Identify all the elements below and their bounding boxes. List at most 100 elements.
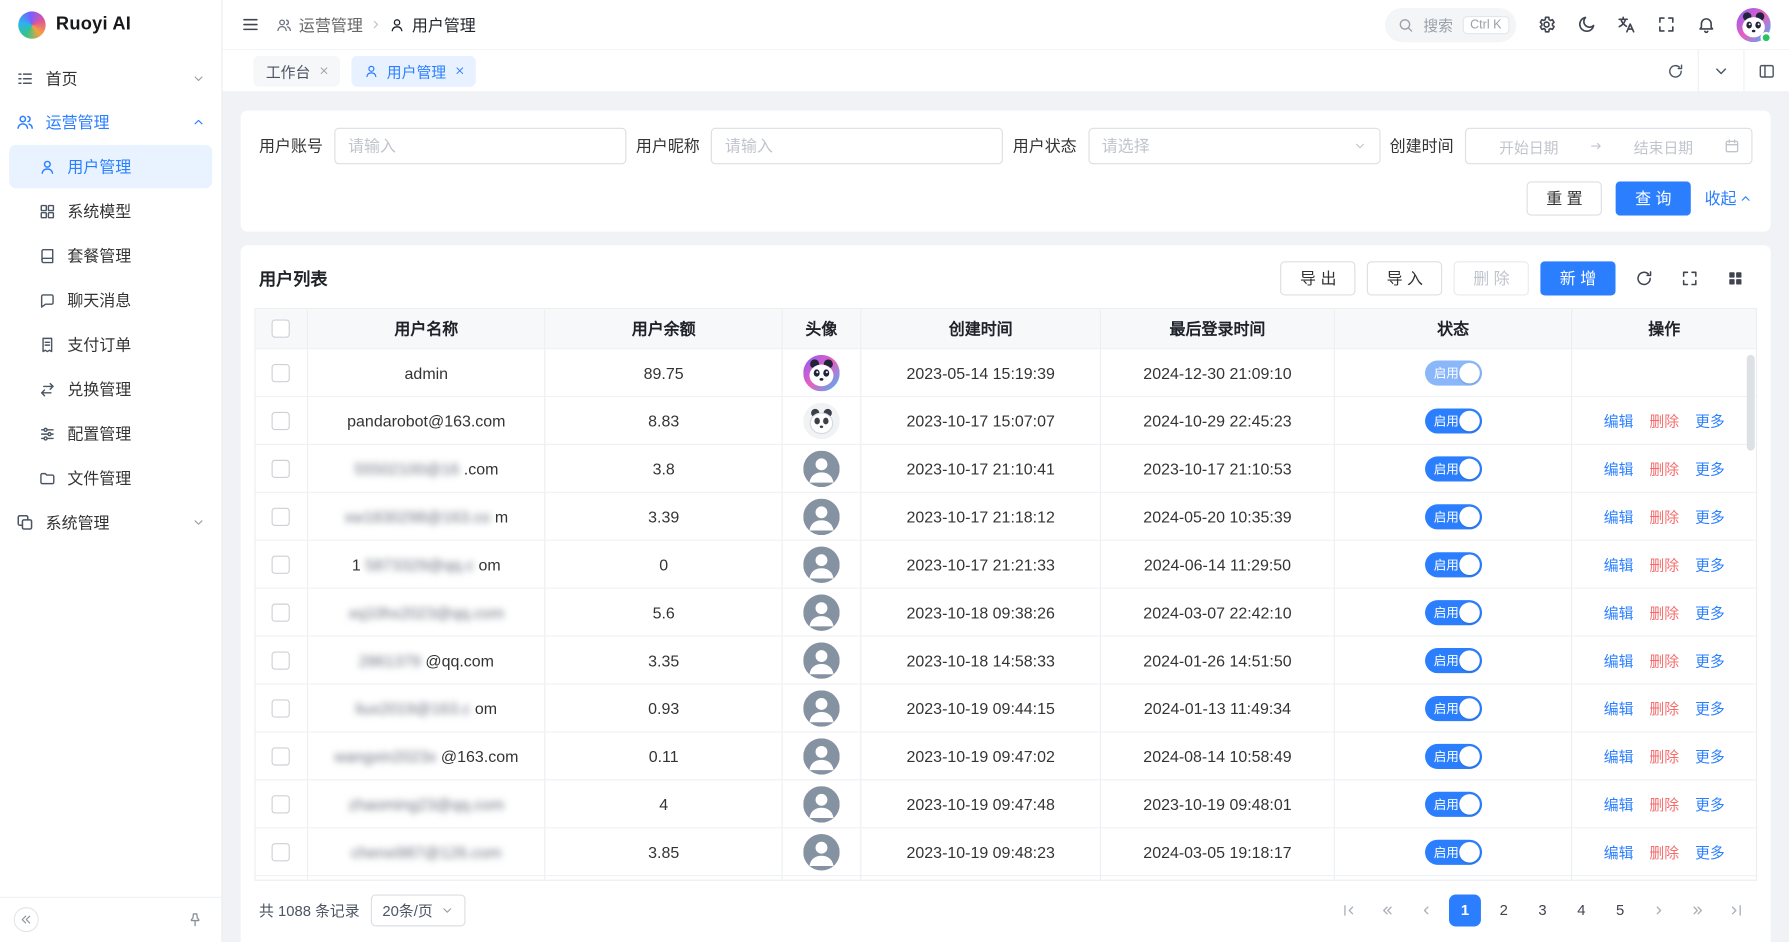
sidebar-item-config-management[interactable]: 配置管理 (9, 412, 212, 455)
nickname-input[interactable] (711, 128, 1003, 165)
tab-workbench[interactable]: 工作台 (253, 55, 340, 86)
sidebar-item-exchange-management[interactable]: 兑换管理 (9, 367, 212, 410)
more-link[interactable]: 更多 (1695, 553, 1725, 575)
row-checkbox[interactable] (272, 507, 290, 525)
status-toggle[interactable]: 启用 (1425, 504, 1482, 529)
delete-link[interactable]: 删除 (1649, 553, 1679, 575)
delete-link[interactable]: 删除 (1649, 505, 1679, 527)
more-link[interactable]: 更多 (1695, 745, 1725, 767)
last-page-button[interactable] (1721, 894, 1753, 926)
fullscreen-table-button[interactable] (1673, 261, 1707, 295)
delete-button[interactable]: 删 除 (1454, 261, 1529, 295)
breadcrumb-item[interactable]: 运营管理 (276, 13, 363, 36)
dark-mode-icon[interactable] (1577, 15, 1596, 34)
more-link[interactable]: 更多 (1695, 505, 1725, 527)
row-checkbox[interactable] (272, 699, 290, 717)
page-1-button[interactable]: 1 (1449, 894, 1481, 926)
sidebar-item-system-management[interactable]: 系统管理 (0, 501, 221, 544)
status-select[interactable]: 请选择 (1088, 128, 1380, 165)
delete-link[interactable]: 删除 (1649, 697, 1679, 719)
sidebar-item-package-management[interactable]: 套餐管理 (9, 234, 212, 277)
edit-link[interactable]: 编辑 (1604, 458, 1634, 480)
delete-link[interactable]: 删除 (1649, 793, 1679, 815)
language-icon[interactable] (1617, 15, 1636, 34)
status-toggle[interactable]: 启用 (1425, 695, 1482, 720)
sidebar-item-user-management[interactable]: 用户管理 (9, 145, 212, 188)
export-button[interactable]: 导 出 (1281, 261, 1356, 295)
edit-link[interactable]: 编辑 (1604, 793, 1634, 815)
content-layout-button[interactable] (1743, 50, 1789, 91)
row-checkbox[interactable] (272, 555, 290, 573)
page-4-button[interactable]: 4 (1565, 894, 1597, 926)
sidebar-item-system-model[interactable]: 系统模型 (9, 189, 212, 232)
page-5-button[interactable]: 5 (1604, 894, 1636, 926)
row-checkbox[interactable] (272, 795, 290, 813)
app-logo[interactable]: Ruoyi AI (0, 0, 221, 50)
row-checkbox[interactable] (272, 843, 290, 861)
delete-link[interactable]: 删除 (1649, 458, 1679, 480)
refresh-table-button[interactable] (1627, 261, 1661, 295)
status-toggle[interactable]: 启用 (1425, 456, 1482, 481)
status-toggle[interactable]: 启用 (1425, 408, 1482, 433)
close-icon[interactable] (454, 65, 465, 76)
more-link[interactable]: 更多 (1695, 649, 1725, 671)
edit-link[interactable]: 编辑 (1604, 841, 1634, 863)
edit-link[interactable]: 编辑 (1604, 505, 1634, 527)
collapse-sidebar-button[interactable] (14, 907, 39, 932)
status-toggle[interactable]: 启用 (1425, 552, 1482, 577)
tab-dropdown-button[interactable] (1698, 50, 1744, 91)
more-link[interactable]: 更多 (1695, 841, 1725, 863)
first-page-button[interactable] (1333, 894, 1365, 926)
edit-link[interactable]: 编辑 (1604, 553, 1634, 575)
sidebar-item-home[interactable]: 首页 (0, 57, 221, 100)
settings-icon[interactable] (1537, 15, 1556, 34)
more-link[interactable]: 更多 (1695, 458, 1725, 480)
status-toggle[interactable]: 启用 (1425, 600, 1482, 625)
status-toggle[interactable]: 启用 (1425, 360, 1482, 385)
user-avatar-button[interactable] (1737, 7, 1771, 41)
select-all-checkbox[interactable] (272, 319, 290, 337)
prev-group-button[interactable] (1371, 894, 1403, 926)
edit-link[interactable]: 编辑 (1604, 601, 1634, 623)
reset-button[interactable]: 重 置 (1527, 181, 1602, 215)
page-3-button[interactable]: 3 (1527, 894, 1559, 926)
search-button[interactable]: 查 询 (1616, 181, 1691, 215)
row-checkbox[interactable] (272, 747, 290, 765)
created-time-range[interactable]: 开始日期 结束日期 (1465, 128, 1753, 165)
status-toggle[interactable]: 启用 (1425, 743, 1482, 768)
more-link[interactable]: 更多 (1695, 793, 1725, 815)
more-link[interactable]: 更多 (1695, 601, 1725, 623)
row-checkbox[interactable] (272, 411, 290, 429)
prev-page-button[interactable] (1410, 894, 1442, 926)
edit-link[interactable]: 编辑 (1604, 410, 1634, 432)
pin-sidebar-button[interactable] (183, 907, 208, 932)
more-link[interactable]: 更多 (1695, 697, 1725, 719)
account-input[interactable] (334, 128, 626, 165)
row-checkbox[interactable] (272, 603, 290, 621)
edit-link[interactable]: 编辑 (1604, 649, 1634, 671)
page-size-select[interactable]: 20条/页 (371, 894, 466, 926)
sidebar-item-file-management[interactable]: 文件管理 (9, 456, 212, 499)
status-toggle[interactable]: 启用 (1425, 839, 1482, 864)
delete-link[interactable]: 删除 (1649, 841, 1679, 863)
status-toggle[interactable]: 启用 (1425, 791, 1482, 816)
breadcrumb-item[interactable]: 用户管理 (389, 13, 476, 36)
row-checkbox[interactable] (272, 459, 290, 477)
more-link[interactable]: 更多 (1695, 410, 1725, 432)
page-2-button[interactable]: 2 (1488, 894, 1520, 926)
next-group-button[interactable] (1682, 894, 1714, 926)
sidebar-item-chat-messages[interactable]: 聊天消息 (9, 278, 212, 321)
tab-user-management[interactable]: 用户管理 (351, 55, 475, 86)
row-checkbox[interactable] (272, 651, 290, 669)
import-button[interactable]: 导 入 (1367, 261, 1442, 295)
global-search[interactable]: 搜索 Ctrl K (1386, 7, 1517, 41)
delete-link[interactable]: 删除 (1649, 745, 1679, 767)
close-icon[interactable] (318, 65, 329, 76)
table-scrollbar[interactable] (1747, 351, 1755, 877)
collapse-filter-link[interactable]: 收起 (1705, 187, 1753, 210)
edit-link[interactable]: 编辑 (1604, 697, 1634, 719)
fullscreen-icon[interactable] (1657, 15, 1676, 34)
delete-link[interactable]: 删除 (1649, 649, 1679, 671)
delete-link[interactable]: 删除 (1649, 410, 1679, 432)
refresh-page-button[interactable] (1652, 50, 1698, 91)
